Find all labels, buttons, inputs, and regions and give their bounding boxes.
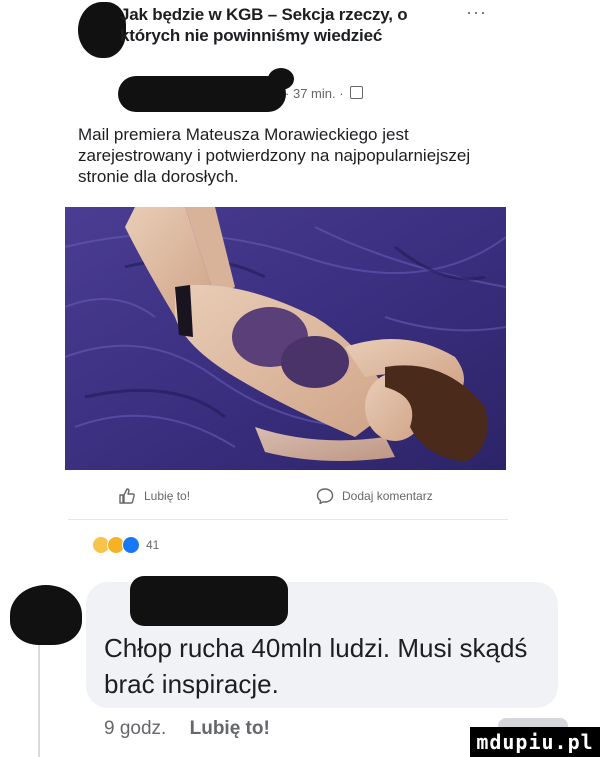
comment-label: Dodaj komentarz [342, 489, 433, 503]
commenter-avatar[interactable] [10, 585, 82, 645]
like-label: Lubię to! [144, 489, 191, 503]
post-image[interactable] [65, 207, 506, 470]
comment-meta: 9 godz. Lubię to! [104, 718, 270, 740]
thread-line [38, 645, 40, 757]
watermark: mdupiu.pl [470, 727, 600, 757]
meta-separator: · [285, 86, 290, 101]
post-timestamp[interactable]: 37 min. [293, 86, 336, 101]
comment-text: Chłop rucha 40mln ludzi. Musi skądś brać… [104, 633, 528, 699]
meta-separator: · [339, 86, 344, 101]
reactions-summary[interactable]: 41 [92, 536, 159, 554]
post-meta: · 37 min. · [285, 86, 364, 101]
like-icon [122, 536, 140, 554]
comment-like-link[interactable]: Lubię to! [190, 718, 270, 739]
more-options-icon[interactable]: ··· [466, 2, 487, 23]
comment-time[interactable]: 9 godz. [104, 718, 166, 739]
commenter-name-redaction [130, 576, 288, 626]
reaction-count: 41 [146, 538, 160, 552]
group-title[interactable]: Jak będzie w KGB – Sekcja rzeczy, o któr… [120, 4, 450, 46]
comment-icon [316, 488, 334, 505]
like-button[interactable]: Lubię to! [118, 487, 190, 505]
comment-button[interactable]: Dodaj komentarz [316, 487, 433, 505]
privacy-icon [350, 86, 364, 99]
post-avatar[interactable] [78, 2, 126, 58]
thumbs-up-icon [119, 488, 135, 504]
post-image-graphic [65, 207, 506, 470]
author-name-redaction [118, 68, 294, 112]
post-text: Mail premiera Mateusza Morawieckiego jes… [78, 125, 471, 186]
action-divider [68, 519, 508, 520]
